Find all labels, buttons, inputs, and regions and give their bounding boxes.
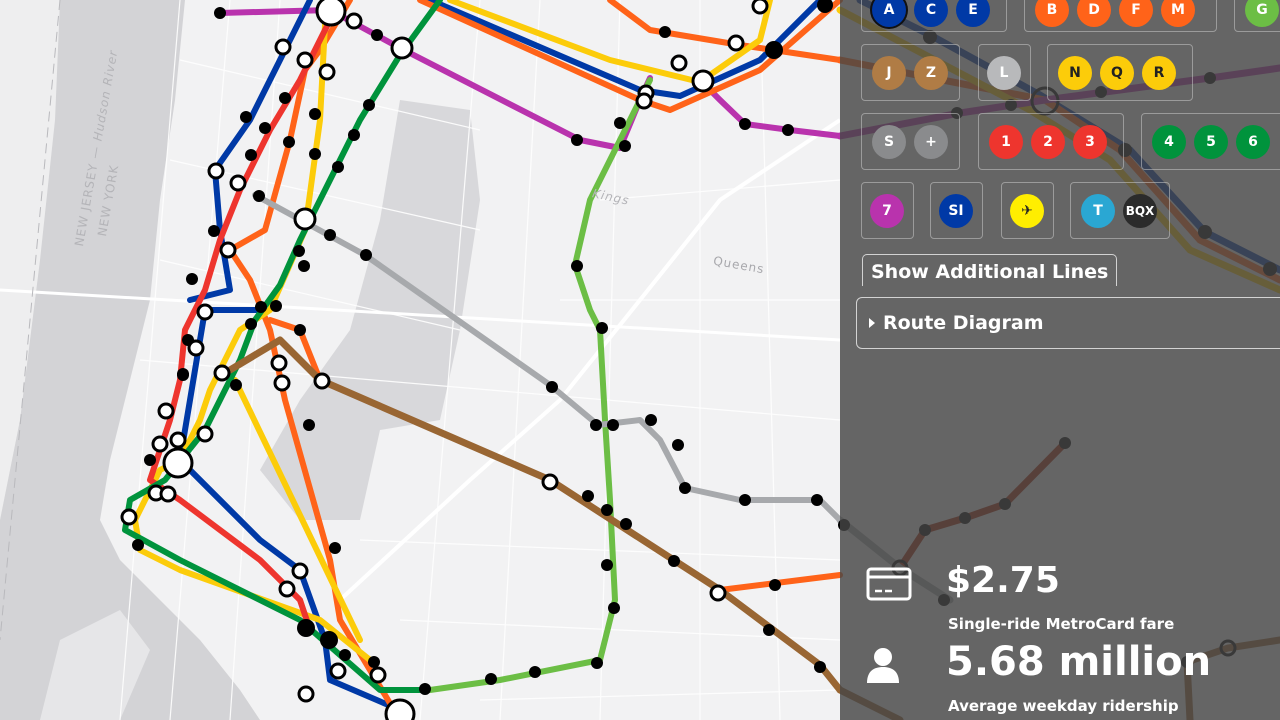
line-group-si: SI (930, 182, 983, 239)
line-group-jz: J Z (861, 44, 960, 101)
line-bullet-b[interactable]: B (1035, 0, 1069, 27)
line-bullet-5[interactable]: 5 (1194, 124, 1228, 159)
info-panel (840, 0, 1280, 720)
line-group-shuttle: S + (861, 113, 960, 170)
line-bullet-4[interactable]: 4 (1152, 124, 1186, 159)
line-bullet-2[interactable]: 2 (1031, 124, 1065, 159)
caret-right-icon (869, 318, 875, 328)
line-bullet-c[interactable]: C (914, 0, 948, 27)
person-icon (867, 648, 899, 683)
line-group-ace: A C E (861, 0, 1007, 32)
ridership-label: Average weekday ridership (948, 697, 1179, 715)
line-bullet-airtrain[interactable]: ✈ (1010, 193, 1044, 228)
line-bullet-a[interactable]: A (872, 0, 906, 27)
line-bullet-q[interactable]: Q (1100, 55, 1134, 90)
line-group-nqr: N Q R (1047, 44, 1193, 101)
line-bullet-z[interactable]: Z (914, 55, 948, 90)
route-diagram-label: Route Diagram (883, 312, 1044, 334)
ridership-value: 5.68 million (946, 639, 1212, 685)
line-bullet-j[interactable]: J (872, 55, 906, 90)
line-bullet-bqx[interactable]: BQX (1123, 193, 1157, 228)
line-group-g: G (1234, 0, 1280, 32)
metrocard-icon (866, 567, 912, 601)
route-diagram-toggle[interactable]: Route Diagram (856, 297, 1280, 349)
fare-value: $2.75 (946, 560, 1060, 601)
line-bullet-g[interactable]: G (1245, 0, 1279, 27)
line-group-bdfm: B D F M (1024, 0, 1217, 32)
line-bullet-e[interactable]: E (956, 0, 990, 27)
line-group-456: 4 5 6 (1141, 113, 1280, 170)
line-bullet-l[interactable]: L (987, 55, 1021, 90)
line-bullet-r[interactable]: R (1142, 55, 1176, 90)
airplane-icon: ✈ (1021, 202, 1033, 219)
line-bullet-3[interactable]: 3 (1073, 124, 1107, 159)
line-bullet-1[interactable]: 1 (989, 124, 1023, 159)
line-bullet-n[interactable]: N (1058, 55, 1092, 90)
line-group-123: 1 2 3 (978, 113, 1124, 170)
fare-label: Single-ride MetroCard fare (948, 615, 1175, 633)
line-bullet-s[interactable]: S (872, 124, 906, 159)
show-additional-lines-button[interactable]: Show Additional Lines (862, 254, 1118, 286)
line-group-airtrain: ✈ (1001, 182, 1054, 239)
line-group-7: 7 (861, 182, 914, 239)
line-bullet-f[interactable]: F (1119, 0, 1153, 27)
line-group-t-bqx: T BQX (1070, 182, 1170, 239)
line-bullet-6[interactable]: 6 (1236, 124, 1270, 159)
line-bullet-si[interactable]: SI (939, 193, 973, 228)
line-bullet-d[interactable]: D (1077, 0, 1111, 27)
line-group-l: L (978, 44, 1031, 101)
line-bullet-t[interactable]: T (1081, 193, 1115, 228)
line-bullet-m[interactable]: M (1161, 0, 1195, 27)
line-bullet-7[interactable]: 7 (870, 193, 904, 228)
line-bullet-plus[interactable]: + (914, 124, 948, 159)
